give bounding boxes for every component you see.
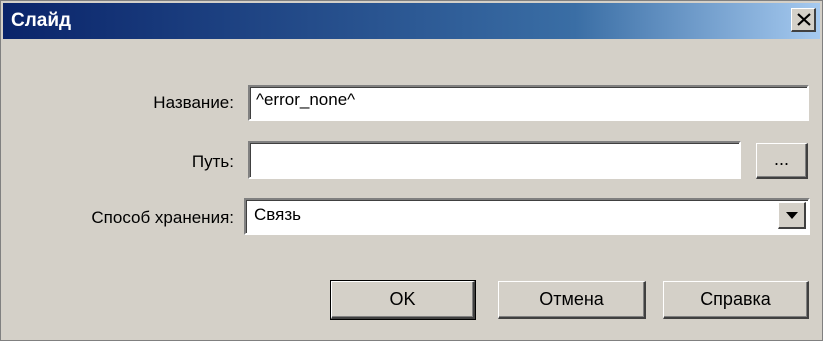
chevron-down-icon <box>786 212 798 219</box>
help-button-label: Справка <box>700 289 771 309</box>
close-button[interactable] <box>791 8 816 32</box>
browse-button[interactable]: ... <box>756 143 808 179</box>
name-input-value: ^error_none^ <box>256 90 356 109</box>
storage-select[interactable]: Связь <box>244 198 810 235</box>
ok-button[interactable]: OK <box>330 280 476 320</box>
path-label: Путь: <box>191 152 234 171</box>
browse-button-label: ... <box>773 149 789 169</box>
dialog-title: Слайд <box>11 10 72 31</box>
path-input[interactable] <box>248 141 741 179</box>
title-bar[interactable]: Слайд <box>3 3 820 39</box>
name-label: Название: <box>153 93 234 112</box>
ok-button-label: OK <box>389 289 416 309</box>
cancel-button[interactable]: Отмена <box>498 281 646 319</box>
name-input[interactable]: ^error_none^ <box>248 85 809 121</box>
storage-label: Способ хранения: <box>91 208 234 227</box>
close-icon <box>797 13 811 26</box>
help-button[interactable]: Справка <box>663 281 809 319</box>
dropdown-button[interactable] <box>778 202 806 229</box>
cancel-button-label: Отмена <box>539 289 604 309</box>
storage-select-value: Связь <box>254 205 301 224</box>
slide-dialog: Слайд Название: ^error_none^ Путь: ... С… <box>0 0 823 341</box>
